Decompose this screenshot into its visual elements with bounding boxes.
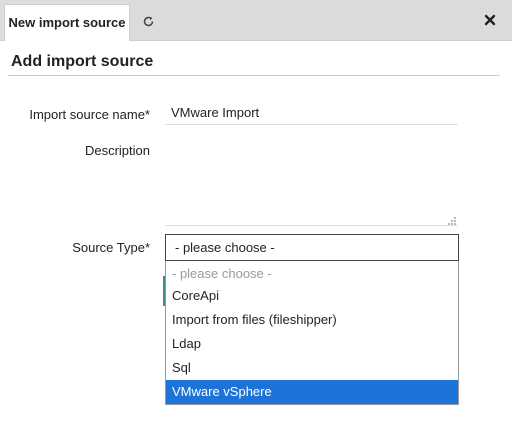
page-title: Add import source [11,53,154,70]
source-type-select[interactable]: - please choose - [165,234,459,261]
import-source-window: New import source Add import source Impo… [0,0,512,434]
dropdown-option-placeholder[interactable]: - please choose - [166,261,458,284]
source-type-dropdown: - please choose - CoreApi Import from fi… [165,261,459,405]
dropdown-option-sql[interactable]: Sql [166,356,458,380]
resize-grip-icon[interactable] [447,213,457,225]
description-label: Description [84,143,150,158]
import-source-name-label: Import source name* [29,107,150,122]
refresh-icon[interactable] [130,4,166,40]
source-type-label: Source Type* [72,240,150,255]
import-source-name-input[interactable] [165,101,458,125]
close-icon[interactable] [482,12,498,28]
title-divider [8,75,500,76]
tab-new-import-source[interactable]: New import source [4,4,130,41]
dropdown-option-coreapi[interactable]: CoreApi [166,284,458,308]
dropdown-option-ldap[interactable]: Ldap [166,332,458,356]
tab-bar: New import source [0,0,512,41]
description-textarea[interactable] [165,140,458,226]
dropdown-option-vmware-vsphere[interactable]: VMware vSphere [166,380,458,404]
dropdown-option-fileshipper[interactable]: Import from files (fileshipper) [166,308,458,332]
